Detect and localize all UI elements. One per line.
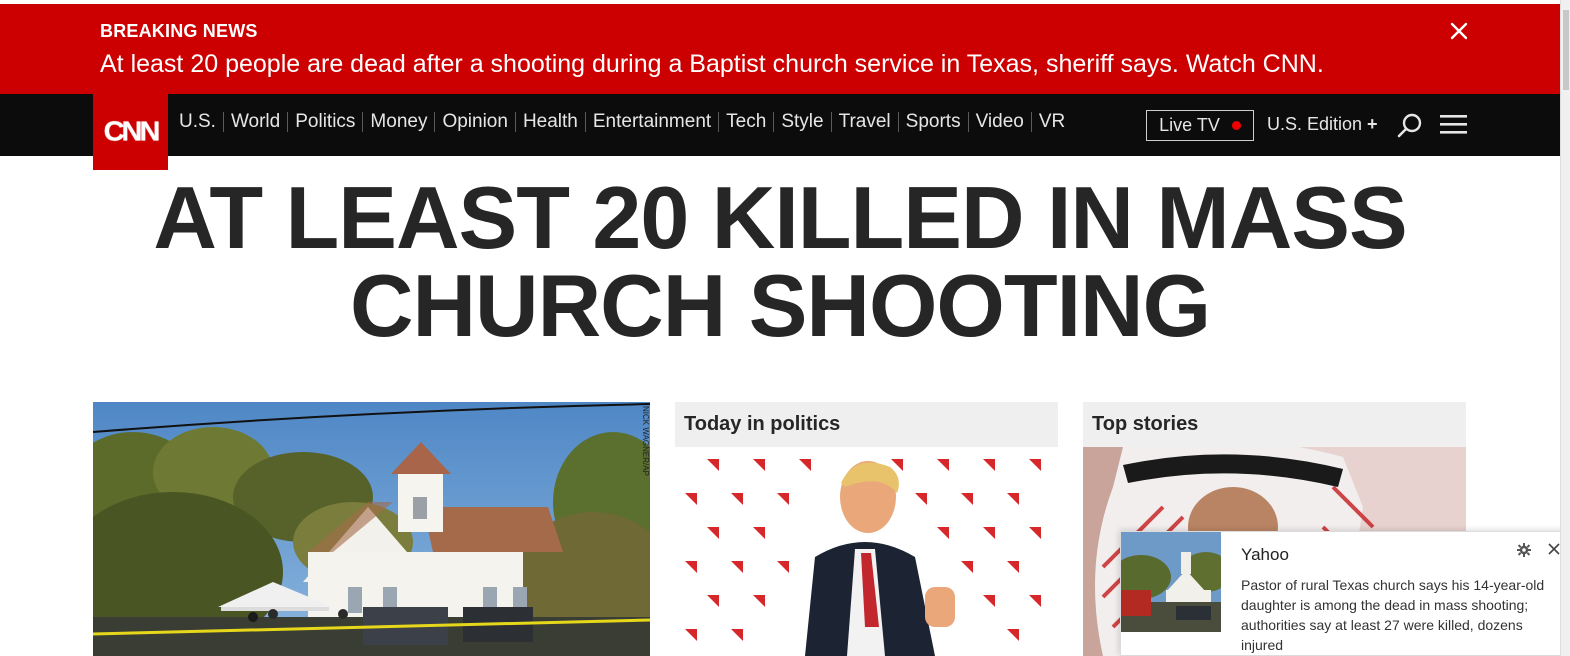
search-icon[interactable]	[1396, 112, 1424, 140]
photo-credit: NICK WAGNER/AP	[641, 406, 650, 476]
lead-story-image[interactable]	[93, 402, 650, 656]
nav-link-style[interactable]: Style	[774, 112, 832, 132]
cnn-logo[interactable]: CNN	[93, 94, 168, 170]
notification-source: Yahoo	[1241, 545, 1289, 564]
scrollbar-thumb[interactable]	[1563, 10, 1569, 90]
nav-links: U.S. World Politics Money Opinion Health…	[172, 112, 1072, 132]
nav-link-money[interactable]: Money	[363, 112, 436, 132]
edition-selector[interactable]: U.S. Edition +	[1267, 114, 1378, 135]
live-tv-button[interactable]: Live TV	[1146, 110, 1254, 141]
notification-thumbnail[interactable]	[1121, 532, 1221, 632]
plus-icon: +	[1367, 114, 1378, 134]
close-icon[interactable]	[1547, 542, 1561, 556]
breaking-news-banner[interactable]: BREAKING NEWS At least 20 people are dea…	[0, 4, 1560, 94]
nav-link-vr[interactable]: VR	[1032, 112, 1072, 132]
nav-link-opinion[interactable]: Opinion	[435, 112, 516, 132]
nav-link-tech[interactable]: Tech	[719, 112, 775, 132]
nav-link-sports[interactable]: Sports	[899, 112, 969, 132]
page: BREAKING NEWS At least 20 people are dea…	[0, 0, 1570, 656]
nav-link-health[interactable]: Health	[516, 112, 586, 132]
today-in-politics-card: Today in politics	[675, 402, 1058, 656]
nav-link-politics[interactable]: Politics	[288, 112, 364, 132]
politics-feature-image[interactable]	[675, 447, 1058, 656]
nav-link-travel[interactable]: Travel	[832, 112, 899, 132]
nav-link-us[interactable]: U.S.	[172, 112, 224, 132]
gear-icon[interactable]	[1516, 542, 1532, 558]
nav-link-entertainment[interactable]: Entertainment	[586, 112, 720, 132]
nav-link-video[interactable]: Video	[969, 112, 1032, 132]
live-tv-label: Live TV	[1159, 115, 1220, 135]
top-stories-title[interactable]: Top stories	[1083, 402, 1466, 447]
vertical-scrollbar[interactable]	[1560, 0, 1570, 656]
today-in-politics-title[interactable]: Today in politics	[675, 402, 1058, 447]
headline-line-1: AT LEAST 20 KILLED IN MASS	[153, 168, 1407, 267]
main-nav: CNN U.S. World Politics Money Opinion He…	[0, 94, 1560, 170]
edition-label: U.S. Edition	[1267, 114, 1363, 134]
live-dot-icon	[1231, 121, 1241, 130]
logo-text: CNN	[103, 116, 161, 147]
nav-link-world[interactable]: World	[224, 112, 289, 132]
main-headline[interactable]: AT LEAST 20 KILLED IN MASS CHURCH SHOOTI…	[0, 174, 1560, 350]
breaking-news-label: BREAKING NEWS	[100, 21, 258, 41]
close-icon[interactable]	[1448, 20, 1470, 42]
hamburger-menu-icon[interactable]	[1440, 114, 1468, 136]
notification-toast[interactable]: Yahoo Pastor of rural Texas church says …	[1120, 531, 1570, 656]
breaking-news-text[interactable]: At least 20 people are dead after a shoo…	[100, 50, 1324, 79]
headline-line-2: CHURCH SHOOTING	[349, 256, 1211, 355]
notification-body: Pastor of rural Texas church says his 14…	[1241, 577, 1545, 653]
